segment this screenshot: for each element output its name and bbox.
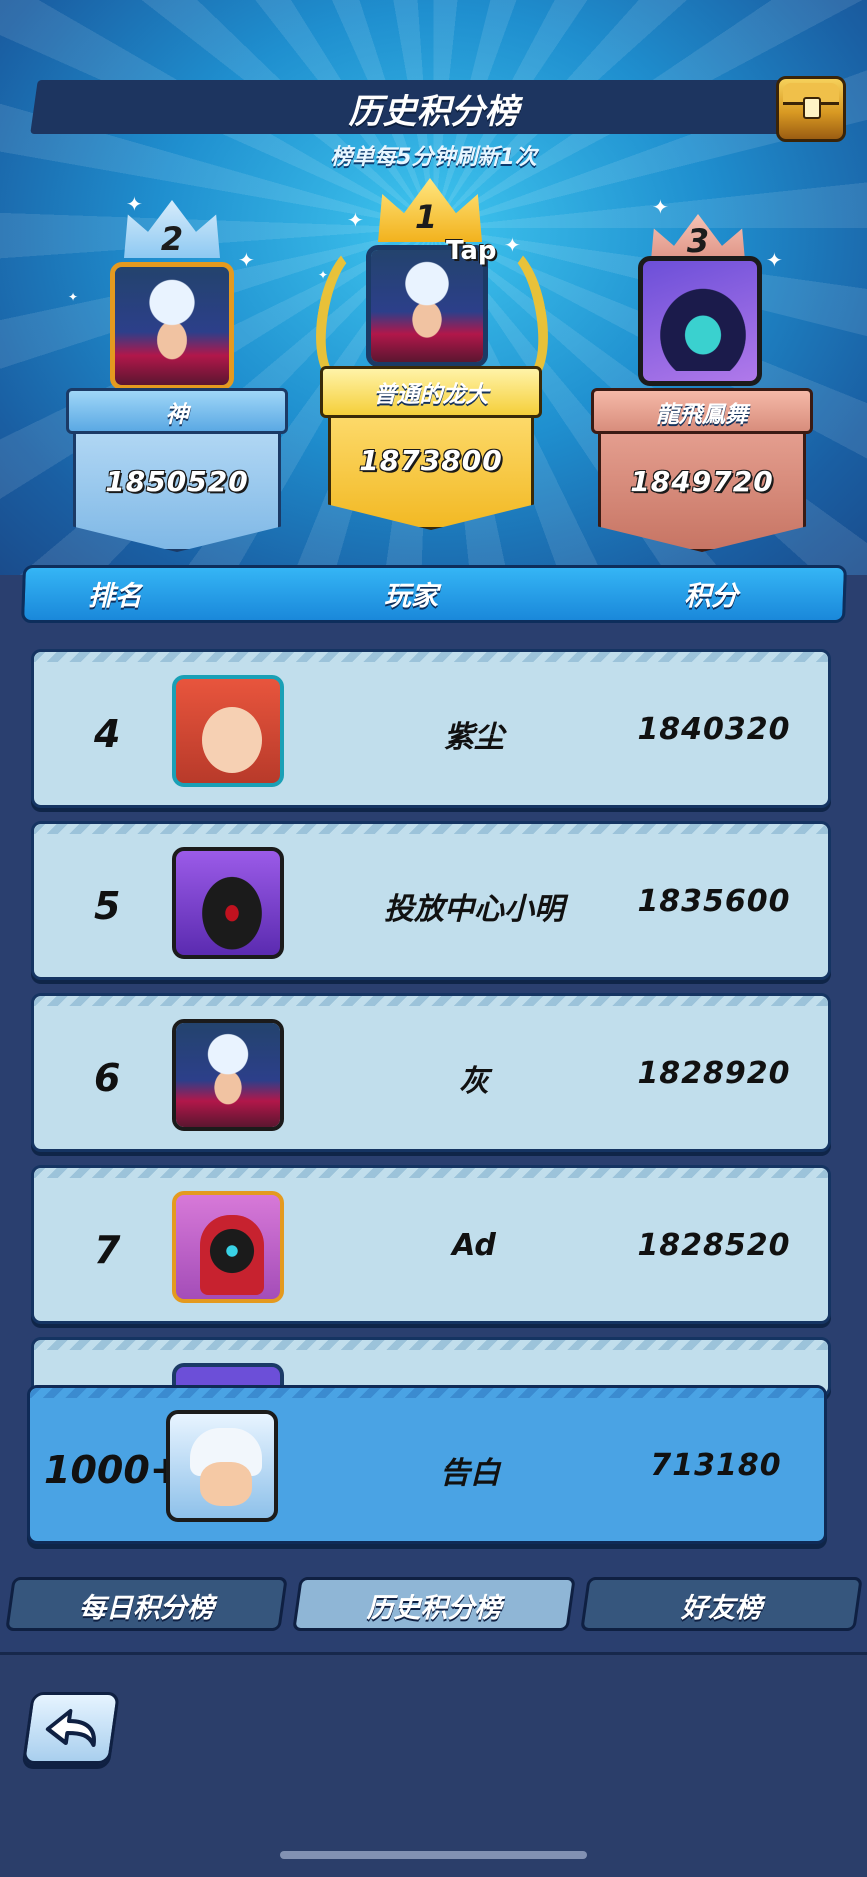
row-trim [34,824,828,834]
chest-lock [803,97,821,119]
podium-rank-1: 1 [414,198,438,236]
player-name: 紫尘 [444,720,504,755]
page-title: 历史积分榜 [348,92,519,132]
row-trim [34,652,828,662]
horned-silhouette [194,867,270,951]
my-rank-row[interactable]: 1000+ 告白 713180 [27,1385,827,1544]
avatar[interactable] [172,1191,284,1303]
hero-portrait [176,1023,280,1127]
avatar[interactable] [172,847,284,959]
row-trim [34,996,828,1006]
sparkle-icon: ✦ [652,195,669,219]
column-rank: 排名 [88,581,142,612]
tap-hint: Tap [446,236,497,266]
podium-score-3: 1849720 [630,465,774,498]
player-name: 投放中心小明 [384,892,564,927]
table-row[interactable]: 4 紫尘 1840320 [31,649,831,808]
character-face [202,707,262,773]
tab-history-label: 历史积分榜 [366,1593,502,1624]
column-player: 玩家 [384,581,438,612]
sparkle-icon: ✦ [766,248,783,272]
player-name: Ad [452,1228,496,1263]
avatar[interactable] [172,675,284,787]
player-score: 1835600 [637,884,791,919]
hero-portrait [371,250,483,362]
column-score: 积分 [684,581,738,612]
tab-daily-label: 每日积分榜 [79,1593,214,1624]
player-name: 告白 [440,1456,500,1491]
table-row[interactable]: 6 灰 1828920 [31,993,831,1152]
sparkle-icon: ✦ [126,192,143,216]
back-button[interactable] [21,1692,121,1764]
podium-name-1: 普通的龙大 [373,382,489,408]
player-name: 灰 [459,1064,489,1099]
tab-friends-label: 好友榜 [681,1593,762,1624]
hooded-figure [200,1215,264,1295]
podium-score-1: 1873800 [359,444,503,477]
treasure-chest-icon[interactable] [776,76,846,142]
sparkle-icon: ✦ [238,248,255,272]
character-face [200,1462,252,1506]
sparkle-icon: ✦ [347,208,364,232]
row-trim [30,1388,824,1398]
table-row[interactable]: 5 投放中心小明 1835600 [31,821,831,980]
avatar[interactable] [638,256,762,386]
podium-score-2: 1850520 [105,465,249,498]
podium-rank-2: 2 [160,220,184,258]
home-indicator [280,1851,587,1859]
row-trim [34,1168,828,1178]
bottom-panel [0,1652,867,1877]
avatar[interactable] [172,1019,284,1131]
player-score: 1828520 [637,1228,791,1263]
sparkle-icon: ✦ [68,290,79,304]
back-arrow-icon [45,1709,96,1747]
avatar[interactable] [166,1410,278,1522]
podium-rank-3: 3 [686,222,710,260]
table-row[interactable]: 7 Ad 1828520 [31,1165,831,1324]
hero-portrait [115,267,229,385]
refresh-note: 榜单每5分钟刷新1次 [330,145,537,170]
avatar[interactable] [110,262,234,390]
podium-name-2: 神 [165,402,189,428]
player-score: 713180 [650,1448,782,1483]
dragon-portrait [653,281,753,371]
row-trim [34,1340,828,1350]
podium-name-3: 龍飛鳳舞 [656,402,748,428]
player-score: 1828920 [637,1056,791,1091]
player-score: 1840320 [637,712,791,747]
